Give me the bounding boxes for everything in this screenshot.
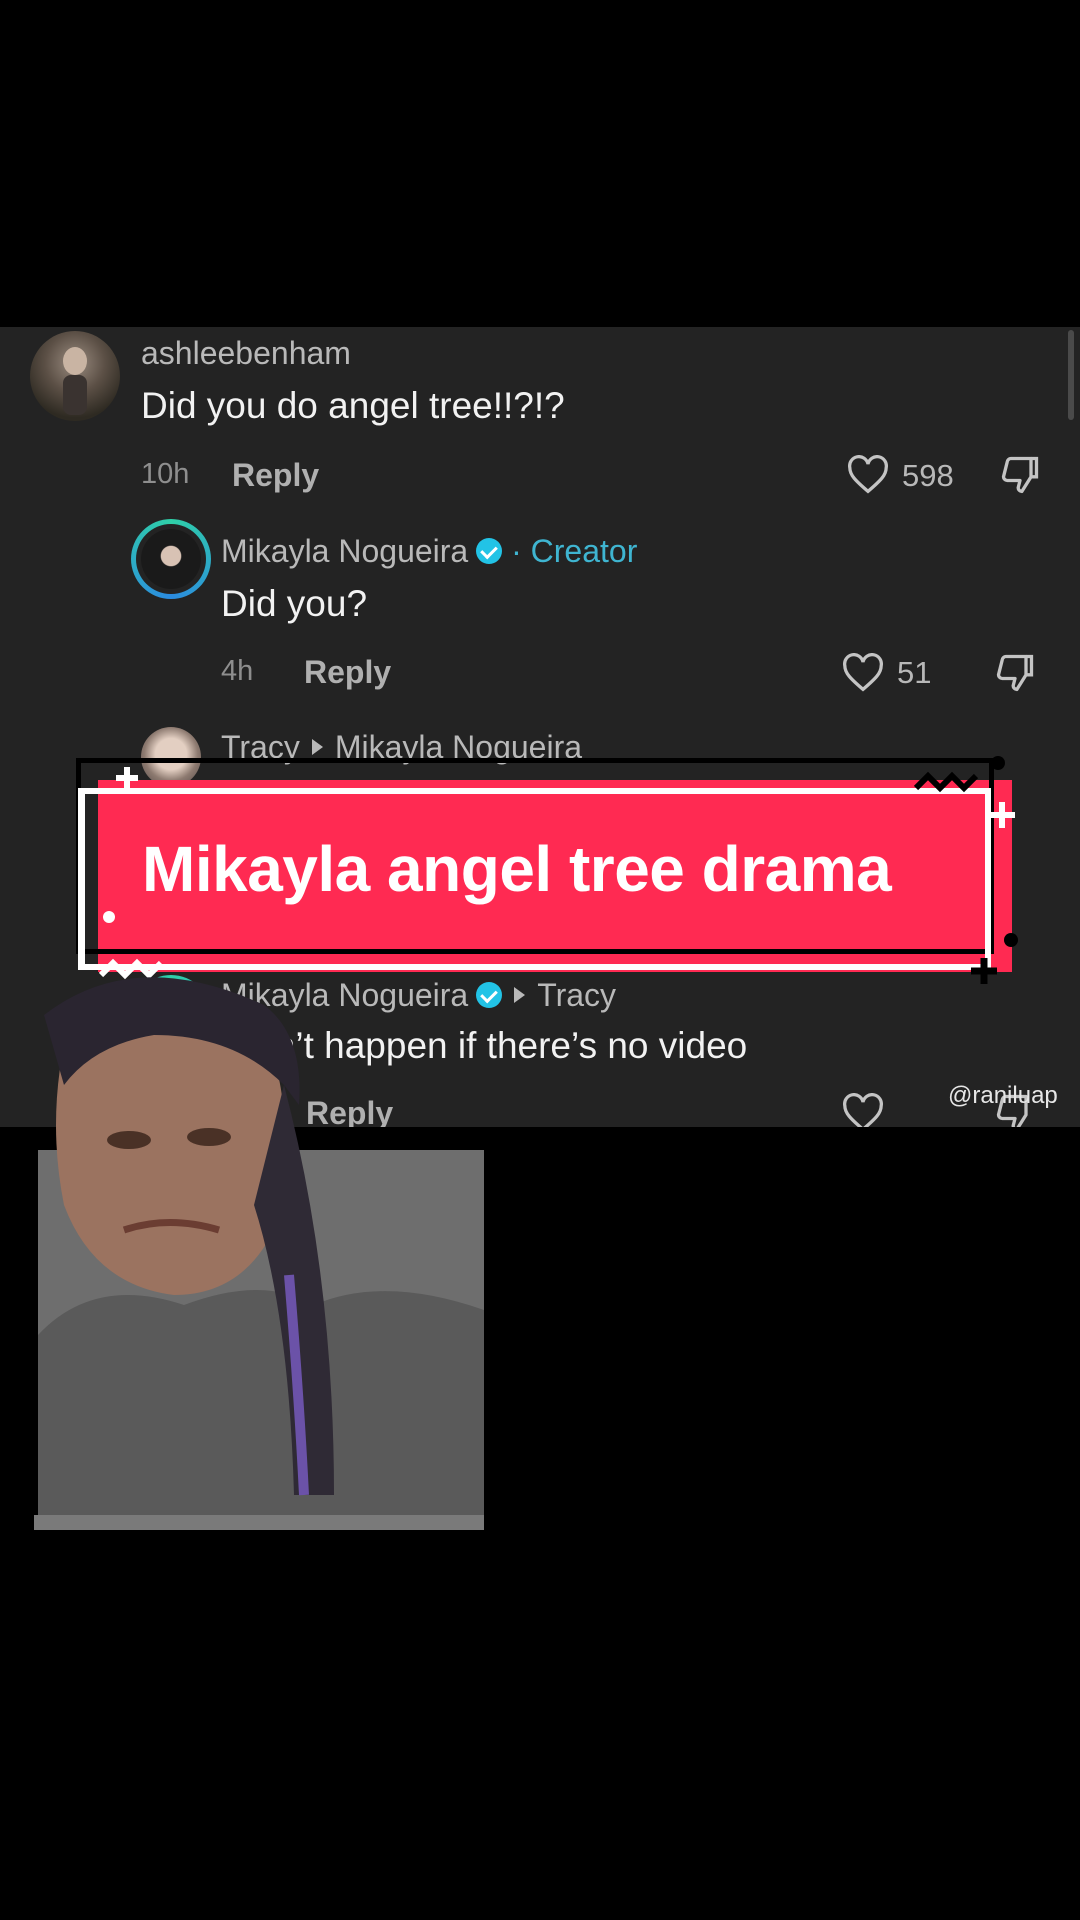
verified-badge-icon [476,537,503,564]
heart-icon[interactable] [841,653,885,693]
title-banner: Mikayla angel tree drama [0,740,1080,990]
watermark: @raniluap [948,1082,1058,1109]
like-count: 598 [902,458,954,493]
reply-button[interactable]: Reply [232,457,319,494]
avatar-photo [63,347,87,415]
heart-icon[interactable] [841,1093,885,1127]
avatar[interactable] [131,519,211,599]
creator-tag: · Creator [511,533,638,569]
dislike-icon[interactable] [998,453,1042,497]
dislike-icon[interactable] [993,651,1037,695]
comment-username[interactable]: Mikayla Nogueira · Creator [221,533,637,570]
avatar[interactable] [30,331,120,421]
like-count: 51 [897,655,932,690]
comment-time: 4h [221,655,254,687]
scrollbar[interactable] [1068,330,1074,420]
comment-username[interactable]: ashleebenham [141,335,351,372]
comment-text: Did you do angel tree!!?!? [141,385,565,426]
comment-time: 10h [141,458,190,490]
banner-title: Mikayla angel tree drama [142,833,892,905]
reply-button[interactable]: Reply [304,654,391,691]
person-cutout-image [34,977,484,1530]
heart-icon[interactable] [846,455,890,495]
comment-text: Did you? [221,583,368,624]
creator-name[interactable]: Mikayla Nogueira [221,533,468,569]
